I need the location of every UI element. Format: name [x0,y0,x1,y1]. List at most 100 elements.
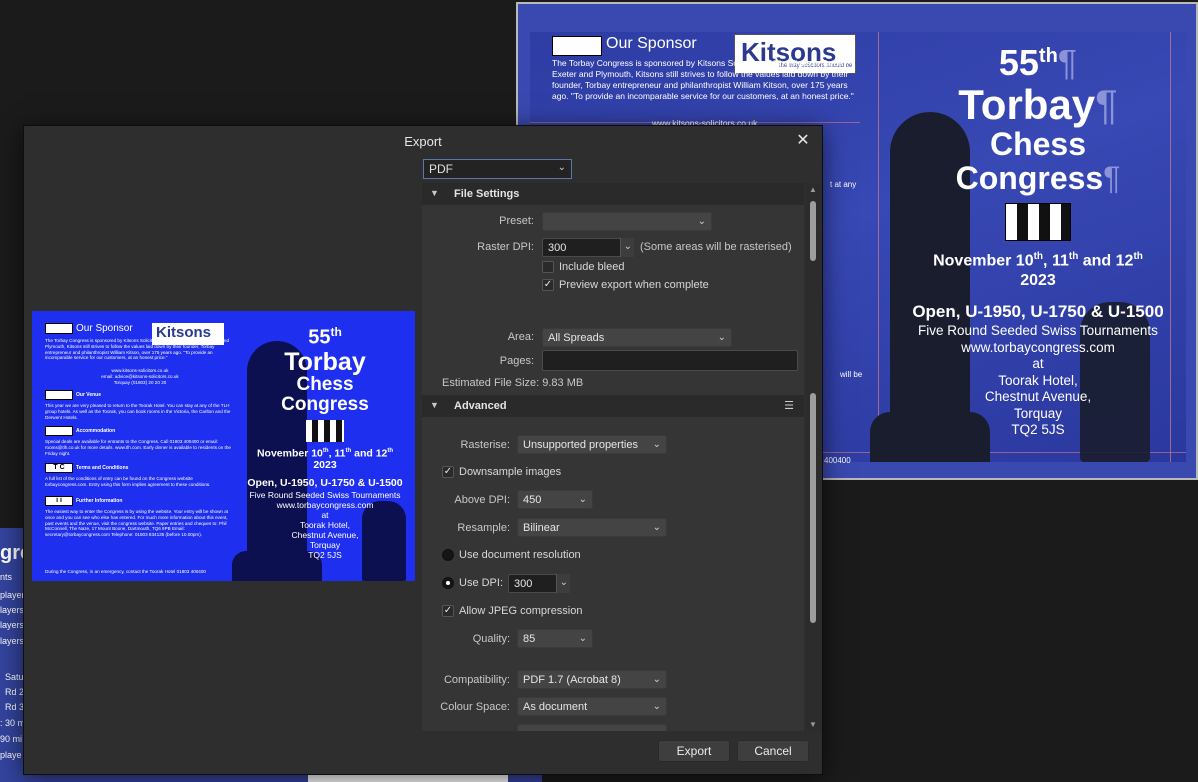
use-dpi-radio[interactable]: Use DPI: [442,577,503,589]
scroll-down-icon[interactable]: ▼ [809,720,817,729]
quality-value: 85 [523,633,536,645]
export-dialog: Export ✕ Our Sponsor Kitsons The Torbay … [23,125,823,775]
close-icon[interactable]: ✕ [794,132,812,150]
above-dpi-select[interactable]: 450 ⌄ [517,490,593,509]
left-doc-line: playe [0,750,22,760]
hamburger-menu-icon[interactable]: ☰ [784,399,794,412]
preview-venue-head: Our Venue [76,392,102,398]
advanced-title: Advanced [454,400,507,412]
heading-congress-text: Congress [955,160,1104,196]
preview-street: Chestnut Avenue, [291,530,359,541]
venue-town: Torquay [1013,405,1063,421]
radio-dot [442,549,454,561]
accommodation-icon [45,426,73,436]
include-bleed-label: Include bleed [559,261,625,273]
preview-heading-chess: Chess [296,373,354,395]
colour-space-select[interactable]: As document ⌄ [517,697,667,716]
preview-divisions: Open, U-1950, U-1750 & U-1500 [247,477,403,490]
heading-torbay-text: Torbay [958,81,1096,128]
sponsor-title: Our Sponsor [606,35,697,52]
use-document-resolution-label: Use document resolution [459,549,581,561]
resample-select[interactable]: Bilinear ⌄ [517,518,667,537]
chevron-down-icon: ⌄ [623,241,632,252]
scroll-thumb-lower[interactable] [810,393,816,623]
text-fragment: t at any [830,180,857,189]
dates-part: , 11 [1043,252,1069,270]
scroll-thumb-upper[interactable] [810,201,816,261]
terms-icon: T C [45,463,73,473]
raster-dpi-dropdown-button[interactable]: ⌄ [620,238,634,257]
preview-emergency: During the Congress, in an emergency, co… [45,569,206,574]
chevron-down-icon: ⌄ [578,494,587,505]
left-doc-line: layers [0,636,25,646]
use-document-resolution-radio[interactable]: Use document resolution [442,549,581,561]
next-setting-select[interactable] [517,724,667,731]
pilcrow: ¶ [1057,42,1078,83]
preview-heading-congress: Congress [281,393,369,415]
preview-export-checkbox[interactable]: ✓ Preview export when complete [542,279,709,291]
rasterise-select[interactable]: Unsupported properties ⌄ [517,435,667,454]
heading-congress: Congress¶ [878,160,1196,196]
checkmark-icon: ✓ [442,605,454,617]
dates-part: November 10 [256,447,323,460]
preset-select[interactable]: ⌄ [542,212,712,231]
checkbox-box [542,261,554,273]
settings-scrollbar[interactable]: ▲ ▼ [805,183,821,731]
preview-format: Five Round Seeded Swiss Tournaments [249,490,401,501]
venue-name: Toorak Hotel, [998,372,1078,388]
preview-info-head: Further Information [76,498,123,504]
format-select[interactable]: PDF ⌄ [423,159,572,179]
preview-accom-text: Special deals are available for entrants… [45,439,231,456]
pilcrow: ¶ [1103,160,1121,196]
area-value: All Spreads [548,332,605,344]
chevron-down-icon: ⌄ [557,162,566,173]
event-dates: November 10th, 11th and 12th [878,247,1196,271]
export-button[interactable]: Export [658,740,730,762]
heading-55-number: 55 [998,42,1039,83]
chevron-down-icon: ⌄ [652,701,661,712]
chevron-down-icon: ▼ [430,188,439,198]
use-dpi-combo[interactable]: 300 ⌄ [508,574,570,593]
preview-year: 2023 [313,459,337,472]
format-value: PDF [429,162,453,176]
resample-label: Resample: [457,522,510,534]
quality-label: Quality: [472,633,510,645]
sup: th [1068,251,1079,262]
chevron-down-icon: ⌄ [717,332,726,343]
jpeg-compression-checkbox[interactable]: ✓ Allow JPEG compression [442,605,583,617]
include-bleed-checkbox[interactable]: Include bleed [542,261,624,273]
compatibility-select[interactable]: PDF 1.7 (Acrobat 8) ⌄ [517,670,667,689]
area-select[interactable]: All Spreads ⌄ [542,328,732,347]
preset-label: Preset: [499,215,534,227]
settings-panel[interactable]: ▼ File Settings Preset: ⌄ Raster DPI: 30… [422,183,804,731]
above-dpi-label: Above DPI: [454,494,510,506]
advanced-header[interactable]: ▼ Advanced ☰ [422,395,804,417]
heading-chess: Chess [989,126,1087,162]
rasterise-label: Rasterise: [460,439,510,451]
handshake-icon [552,36,602,56]
dates-part: November 10 [933,252,1034,270]
event-divisions: Open, U-1950, U-1750 & U-1500 [912,302,1164,322]
preview-sponsor-title: Our Sponsor [76,323,133,334]
preview-info-text: The easiest way to enter the Congress is… [45,509,229,538]
quality-select[interactable]: 85 ⌄ [517,629,593,648]
file-settings-header[interactable]: ▼ File Settings [422,183,804,205]
preview-terms-head: Terms and Conditions [76,465,129,471]
left-doc-line: nts [0,572,13,582]
chevron-down-icon: ⌄ [652,522,661,533]
above-dpi-value: 450 [523,494,542,506]
raster-dpi-combo[interactable]: 300 ⌄ [542,238,634,257]
venue-icon [45,390,73,400]
scroll-up-icon[interactable]: ▲ [809,185,817,194]
downsample-checkbox[interactable]: ✓ Downsample images [442,466,561,478]
preview-heading-torbay: Torbay [284,347,366,376]
pages-input[interactable] [542,350,798,371]
preview-sponsor-text: The Torbay Congress is sponsored by Kits… [45,338,230,361]
chess-crest-icon [1005,203,1071,241]
use-dpi-dropdown-button[interactable]: ⌄ [556,574,570,593]
preview-venue: Toorak Hotel, [299,520,351,531]
venue-street: Chestnut Avenue, [984,389,1092,405]
checkmark-icon: ✓ [542,279,554,291]
dialog-titlebar: Export ✕ [24,126,822,156]
cancel-button[interactable]: Cancel [737,740,809,762]
